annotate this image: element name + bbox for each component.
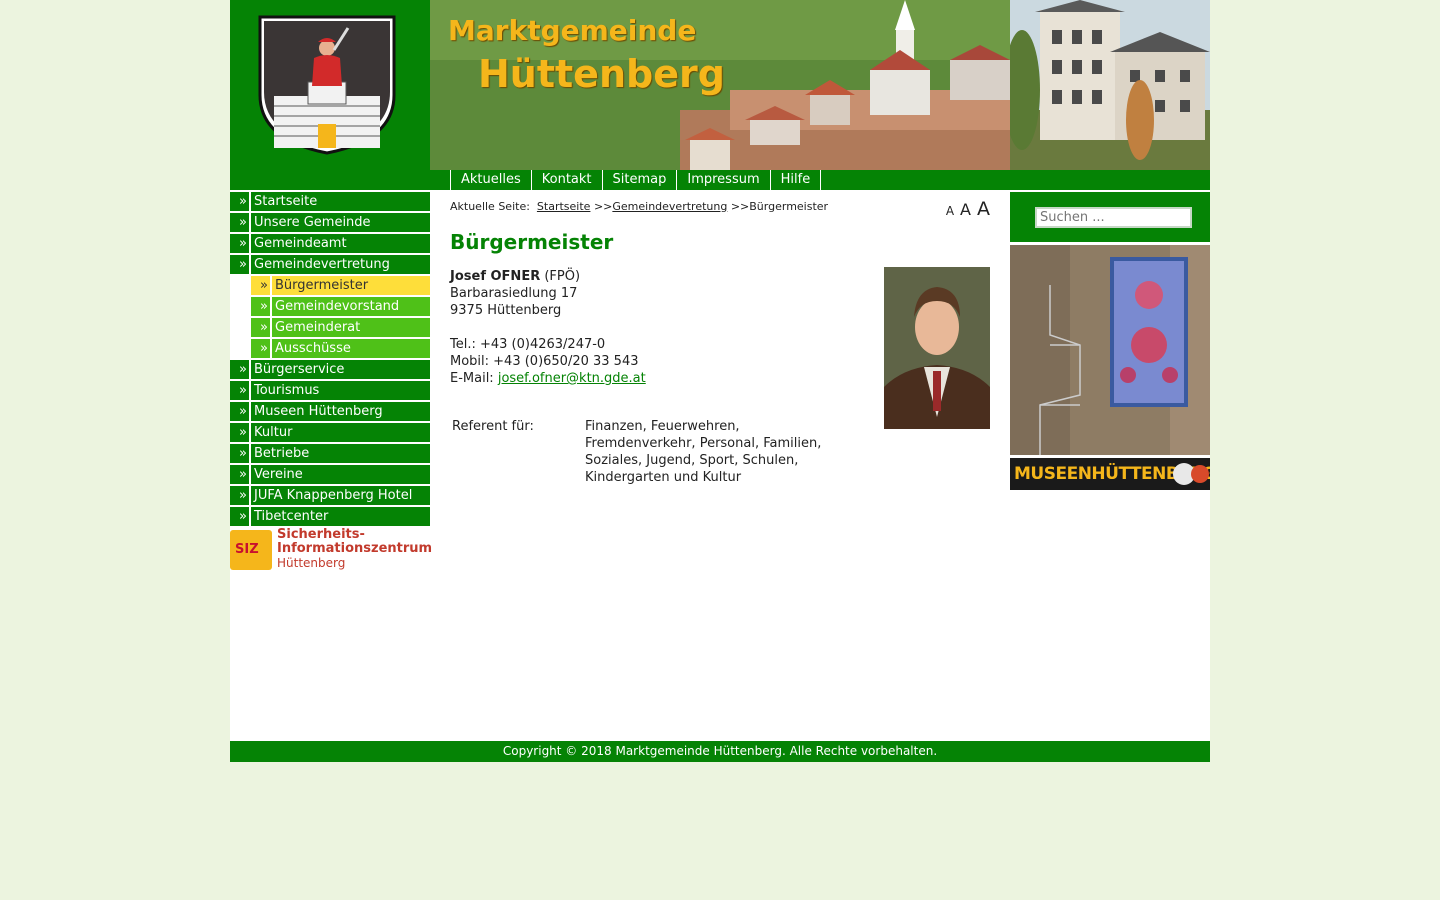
search-input[interactable] [1035, 207, 1192, 228]
arrow-icon: » [251, 276, 270, 295]
page: Marktgemeinde Hüttenberg Aktuelles Konta… [230, 0, 1210, 762]
sidebar-item-kultur[interactable]: » Kultur [230, 423, 430, 442]
sidebar-item-startseite[interactable]: » Startseite [230, 192, 430, 211]
museen-huettenberg-banner[interactable]: MUSEENHÜTTENBERG [1010, 458, 1210, 490]
sidebar-subitem-label: Gemeinderat [272, 318, 430, 337]
topnav-hilfe[interactable]: Hilfe [769, 170, 822, 190]
topnav-aktuelles[interactable]: Aktuelles [450, 170, 532, 190]
breadcrumb-prefix: Aktuelle Seite: [450, 200, 530, 213]
contact-block: Josef OFNER (FPÖ) Barbarasiedlung 17 937… [450, 268, 646, 387]
mayor-party: (FPÖ) [544, 269, 581, 284]
sidebar-item-vereine[interactable]: » Vereine [230, 465, 430, 484]
sidebar-item-tourismus[interactable]: » Tourismus [230, 381, 430, 400]
arrow-icon: » [230, 213, 249, 232]
sidebar-item-label: Tourismus [251, 381, 430, 400]
breadcrumb-current: Bürgermeister [749, 200, 829, 213]
sidebar-item-label: Gemeindeamt [251, 234, 430, 253]
sidebar-item-museen[interactable]: » Museen Hüttenberg [230, 402, 430, 421]
address-street: Barbarasiedlung 17 [450, 286, 578, 301]
email-label: E-Mail: [450, 371, 494, 386]
breadcrumb: Aktuelle Seite: Startseite >>Gemeindever… [450, 200, 828, 213]
arrow-icon: » [230, 381, 249, 400]
sidebar-subitem-buergermeister[interactable]: » Bürgermeister [251, 276, 430, 295]
sidebar-item-buergerservice[interactable]: » Bürgerservice [230, 360, 430, 379]
sidebar-item-betriebe[interactable]: » Betriebe [230, 444, 430, 463]
arrow-icon: » [230, 486, 249, 505]
siz-line3: Hüttenberg [277, 556, 346, 570]
font-size-small-button[interactable]: A [946, 204, 954, 218]
site-title-line1: Marktgemeinde [448, 14, 697, 47]
coat-of-arms-logo[interactable] [230, 0, 430, 170]
arrow-icon: » [230, 402, 249, 421]
sidebar-item-jufa[interactable]: » JUFA Knappenberg Hotel [230, 486, 430, 505]
arrow-icon: » [230, 360, 249, 379]
arrow-icon: » [230, 423, 249, 442]
topnav-impressum[interactable]: Impressum [676, 170, 771, 190]
referent-label: Referent für: [452, 419, 534, 434]
arrow-icon: » [251, 339, 270, 358]
sidebar-subitem-gemeindevorstand[interactable]: » Gemeindevorstand [251, 297, 430, 316]
arrow-icon: » [230, 507, 249, 526]
sidebar-item-tibetcenter[interactable]: » Tibetcenter [230, 507, 430, 526]
breadcrumb-separator: >> [593, 200, 613, 213]
siz-banner-link[interactable]: SIZ Sicherheits- Informationszentrum Hüt… [230, 527, 433, 572]
sidebar-item-label: Startseite [251, 192, 430, 211]
tibetcenter-image[interactable] [1010, 245, 1210, 455]
sidebar-item-unsere-gemeinde[interactable]: » Unsere Gemeinde [230, 213, 430, 232]
font-size-large-button[interactable]: A [977, 198, 990, 220]
sidebar-item-label: Vereine [251, 465, 430, 484]
topnav-kontakt[interactable]: Kontakt [530, 170, 603, 190]
header: Marktgemeinde Hüttenberg [230, 0, 1210, 170]
email-link[interactable]: josef.ofner@ktn.gde.at [498, 371, 646, 386]
breadcrumb-separator: >> [730, 200, 750, 213]
copyright-text: Copyright © 2018 Marktgemeinde Hüttenber… [502, 744, 938, 758]
arrow-icon: » [251, 318, 270, 337]
sidebar-item-label: Bürgerservice [251, 360, 430, 379]
sidebar-subitem-label: Ausschüsse [272, 339, 430, 358]
header-village-photo: Marktgemeinde Hüttenberg [430, 0, 1010, 170]
page-title: Bürgermeister [450, 230, 614, 254]
sidebar-item-label: Gemeindevertretung [251, 255, 430, 274]
referent-value: Finanzen, Feuerwehren, Fremdenverkehr, P… [585, 419, 822, 485]
address-city: 9375 Hüttenberg [450, 303, 562, 318]
siz-line2: Informationszentrum [277, 541, 433, 556]
site-title-line2: Hüttenberg [478, 52, 725, 96]
search-box [1010, 192, 1210, 242]
referent-row: Referent für: Finanzen, Feuerwehren, Fre… [452, 418, 835, 486]
breadcrumb-gemeindevertretung[interactable]: Gemeindevertretung [612, 200, 727, 213]
phone: Tel.: +43 (0)4263/247-0 [450, 337, 606, 352]
mayor-portrait [884, 267, 990, 429]
arrow-icon: » [251, 297, 270, 316]
sidebar-item-label: Kultur [251, 423, 430, 442]
sidebar-item-gemeindevertretung[interactable]: » Gemeindevertretung [230, 255, 430, 274]
sidebar-subitem-gemeinderat[interactable]: » Gemeinderat [251, 318, 430, 337]
footer: Copyright © 2018 Marktgemeinde Hüttenber… [230, 741, 1210, 762]
sidebar-subitem-label: Bürgermeister [272, 276, 430, 295]
sidebar-item-label: Betriebe [251, 444, 430, 463]
mayor-name: Josef OFNER [450, 269, 541, 284]
sidebar-item-gemeindeamt[interactable]: » Gemeindeamt [230, 234, 430, 253]
right-column: MUSEENHÜTTENBERG [1010, 192, 1210, 490]
font-size-medium-button[interactable]: A [960, 200, 971, 219]
sidebar-item-label: JUFA Knappenberg Hotel [251, 486, 430, 505]
arrow-icon: » [230, 192, 249, 211]
top-navigation: Aktuelles Kontakt Sitemap Impressum Hilf… [230, 170, 1210, 190]
siz-line1: Sicherheits- [277, 527, 365, 542]
breadcrumb-startseite[interactable]: Startseite [537, 200, 591, 213]
arrow-icon: » [230, 234, 249, 253]
font-size-switcher: AAA [940, 198, 990, 220]
mobile: Mobil: +43 (0)650/20 33 543 [450, 354, 639, 369]
sidebar-item-label: Museen Hüttenberg [251, 402, 430, 421]
sidebar-navigation: » Startseite » Unsere Gemeinde » Gemeindeam… [230, 192, 433, 572]
topnav-sitemap[interactable]: Sitemap [601, 170, 678, 190]
sidebar-item-label: Tibetcenter [251, 507, 430, 526]
arrow-icon: » [230, 444, 249, 463]
sidebar-item-label: Unsere Gemeinde [251, 213, 430, 232]
sidebar-subitem-ausschuesse[interactable]: » Ausschüsse [251, 339, 430, 358]
siz-logo: SIZ [230, 530, 272, 570]
arrow-icon: » [230, 255, 249, 274]
header-castle-photo [1010, 0, 1210, 170]
sidebar-subitem-label: Gemeindevorstand [272, 297, 430, 316]
arrow-icon: » [230, 465, 249, 484]
